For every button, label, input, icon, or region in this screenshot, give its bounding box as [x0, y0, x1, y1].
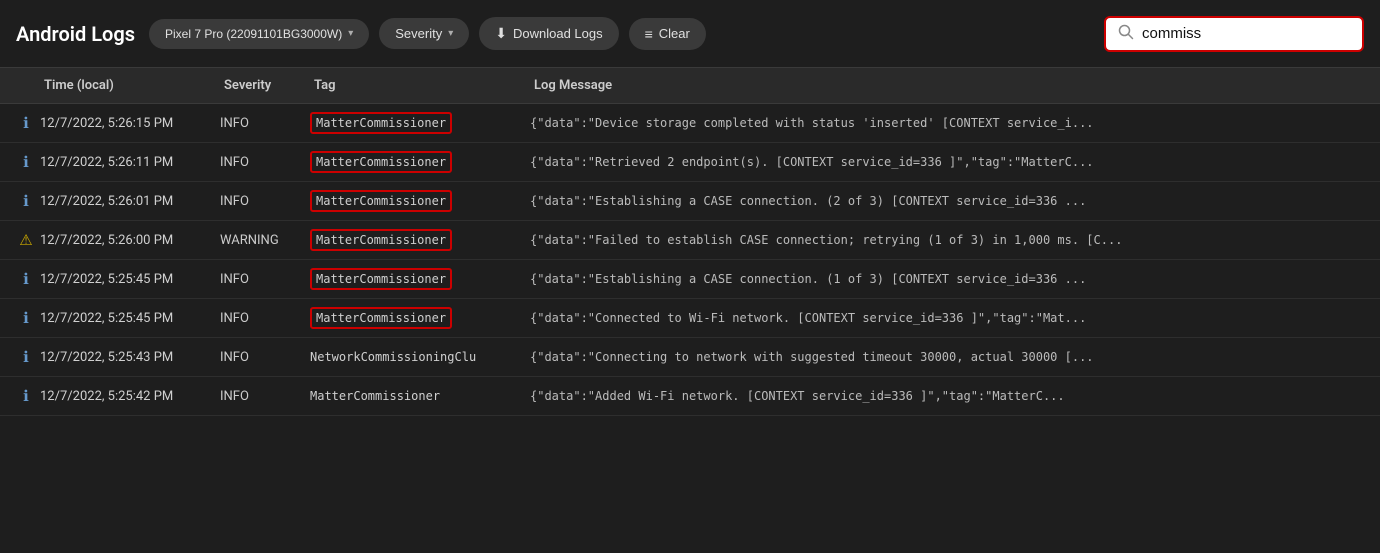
tag-highlighted: MatterCommissioner — [310, 229, 452, 251]
col-icon — [12, 78, 40, 93]
search-input[interactable] — [1142, 25, 1322, 42]
info-icon: ℹ — [12, 114, 40, 132]
row-message: {"data":"Connected to Wi-Fi network. [CO… — [530, 311, 1368, 325]
tag-value: MatterCommissioner — [310, 389, 440, 403]
row-severity: INFO — [220, 155, 310, 170]
table-row[interactable]: ℹ 12/7/2022, 5:25:45 PM INFO MatterCommi… — [0, 260, 1380, 299]
search-bar — [1104, 16, 1364, 52]
table-row[interactable]: ℹ 12/7/2022, 5:25:43 PM INFO NetworkComm… — [0, 338, 1380, 377]
row-tag: MatterCommissioner — [310, 155, 530, 169]
row-message: {"data":"Connecting to network with sugg… — [530, 350, 1368, 364]
chevron-down-icon: ▾ — [348, 28, 353, 39]
row-severity: INFO — [220, 311, 310, 326]
row-time: 12/7/2022, 5:25:43 PM — [40, 350, 220, 365]
row-severity: INFO — [220, 272, 310, 287]
clear-icon: ≡ — [645, 26, 653, 42]
row-tag: MatterCommissioner — [310, 389, 530, 403]
tag-highlighted: MatterCommissioner — [310, 307, 452, 329]
app-header: Android Logs Pixel 7 Pro (22091101BG3000… — [0, 0, 1380, 68]
severity-filter-button[interactable]: Severity ▾ — [379, 18, 469, 49]
table-row[interactable]: ℹ 12/7/2022, 5:26:01 PM INFO MatterCommi… — [0, 182, 1380, 221]
table-row[interactable]: ℹ 12/7/2022, 5:26:11 PM INFO MatterCommi… — [0, 143, 1380, 182]
table-row[interactable]: ⚠ 12/7/2022, 5:26:00 PM WARNING MatterCo… — [0, 221, 1380, 260]
app-title: Android Logs — [16, 22, 135, 46]
table-row[interactable]: ℹ 12/7/2022, 5:25:42 PM INFO MatterCommi… — [0, 377, 1380, 416]
info-icon: ℹ — [12, 270, 40, 288]
row-tag: MatterCommissioner — [310, 272, 530, 286]
row-message: {"data":"Failed to establish CASE connec… — [530, 233, 1368, 247]
row-time: 12/7/2022, 5:26:11 PM — [40, 155, 220, 170]
table-row[interactable]: ℹ 12/7/2022, 5:25:45 PM INFO MatterCommi… — [0, 299, 1380, 338]
search-icon — [1118, 24, 1134, 44]
warning-icon: ⚠ — [12, 231, 40, 249]
row-time: 12/7/2022, 5:25:45 PM — [40, 272, 220, 287]
row-tag: NetworkCommissioningClu — [310, 350, 530, 364]
clear-label: Clear — [659, 26, 690, 41]
info-icon: ℹ — [12, 309, 40, 327]
row-time: 12/7/2022, 5:26:15 PM — [40, 116, 220, 131]
table-row[interactable]: ℹ 12/7/2022, 5:26:15 PM INFO MatterCommi… — [0, 104, 1380, 143]
table-header: Time (local) Severity Tag Log Message — [0, 68, 1380, 104]
chevron-down-icon: ▾ — [448, 28, 453, 39]
row-message: {"data":"Device storage completed with s… — [530, 116, 1368, 130]
row-time: 12/7/2022, 5:25:42 PM — [40, 389, 220, 404]
info-icon: ℹ — [12, 387, 40, 405]
row-tag: MatterCommissioner — [310, 194, 530, 208]
clear-button[interactable]: ≡ Clear — [629, 18, 706, 50]
row-severity: WARNING — [220, 233, 310, 248]
info-icon: ℹ — [12, 192, 40, 210]
row-severity: INFO — [220, 350, 310, 365]
row-tag: MatterCommissioner — [310, 116, 530, 130]
tag-highlighted: MatterCommissioner — [310, 268, 452, 290]
row-severity: INFO — [220, 194, 310, 209]
row-tag: MatterCommissioner — [310, 233, 530, 247]
download-icon: ⬇ — [495, 25, 507, 42]
row-message: {"data":"Added Wi-Fi network. [CONTEXT s… — [530, 389, 1368, 403]
device-selector-button[interactable]: Pixel 7 Pro (22091101BG3000W) ▾ — [149, 19, 369, 49]
row-time: 12/7/2022, 5:25:45 PM — [40, 311, 220, 326]
tag-value: NetworkCommissioningClu — [310, 350, 476, 364]
severity-label: Severity — [395, 26, 442, 41]
tag-highlighted: MatterCommissioner — [310, 112, 452, 134]
row-time: 12/7/2022, 5:26:00 PM — [40, 233, 220, 248]
log-table-body: ℹ 12/7/2022, 5:26:15 PM INFO MatterCommi… — [0, 104, 1380, 416]
info-icon: ℹ — [12, 348, 40, 366]
tag-highlighted: MatterCommissioner — [310, 151, 452, 173]
tag-highlighted: MatterCommissioner — [310, 190, 452, 212]
col-message: Log Message — [530, 78, 1368, 93]
row-message: {"data":"Establishing a CASE connection.… — [530, 194, 1368, 208]
col-time: Time (local) — [40, 78, 220, 93]
row-tag: MatterCommissioner — [310, 311, 530, 325]
row-time: 12/7/2022, 5:26:01 PM — [40, 194, 220, 209]
device-label: Pixel 7 Pro (22091101BG3000W) — [165, 27, 342, 41]
row-severity: INFO — [220, 389, 310, 404]
row-severity: INFO — [220, 116, 310, 131]
download-logs-button[interactable]: ⬇ Download Logs — [479, 17, 618, 50]
row-message: {"data":"Establishing a CASE connection.… — [530, 272, 1368, 286]
col-tag: Tag — [310, 78, 530, 93]
row-message: {"data":"Retrieved 2 endpoint(s). [CONTE… — [530, 155, 1368, 169]
col-severity: Severity — [220, 78, 310, 93]
download-label: Download Logs — [513, 26, 603, 41]
info-icon: ℹ — [12, 153, 40, 171]
